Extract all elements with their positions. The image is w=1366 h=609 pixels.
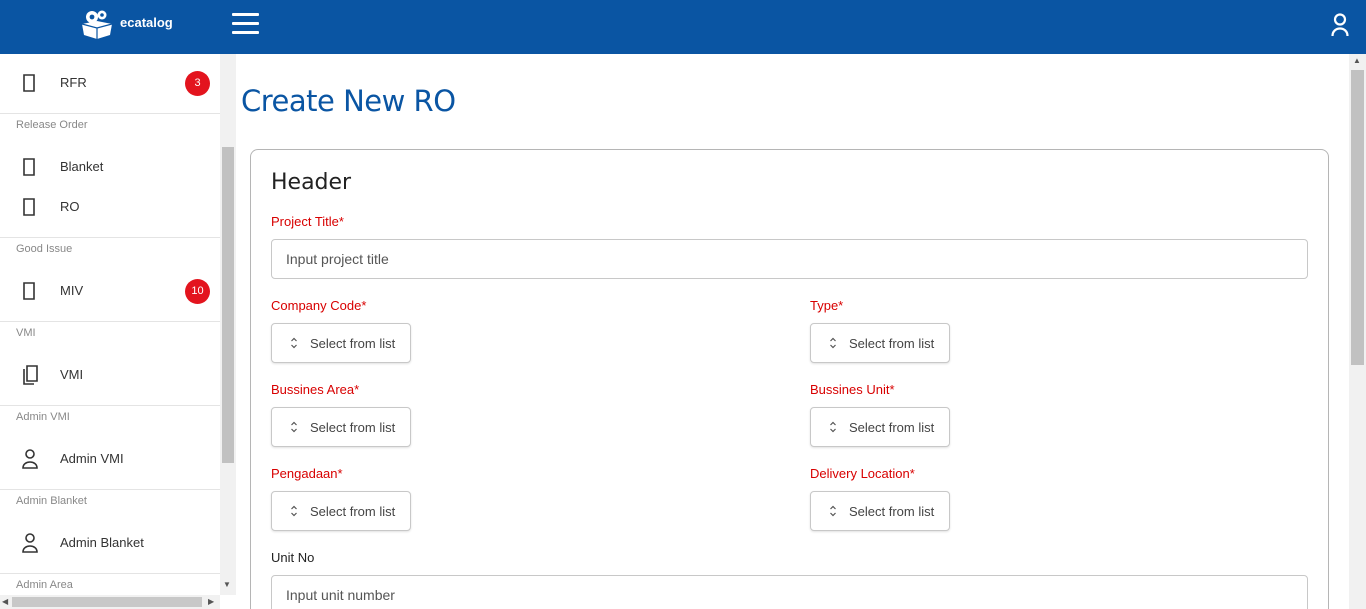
person-icon — [22, 533, 38, 553]
scroll-right-arrow-icon[interactable]: ▶ — [208, 597, 214, 606]
pengadaan-label: Pengadaan* — [271, 466, 343, 481]
sort-arrows-icon — [291, 337, 297, 349]
unit-no-label: Unit No — [271, 550, 315, 565]
select-value: Select from list — [849, 504, 935, 519]
bussines-area-select[interactable]: Select from list — [271, 407, 411, 447]
pengadaan-select[interactable]: Select from list — [271, 491, 411, 531]
sort-arrows-icon — [830, 505, 836, 517]
sidebar-item-miv[interactable]: MIV 10 — [0, 271, 220, 311]
notification-badge: 3 — [185, 71, 210, 96]
document-icon — [23, 282, 35, 300]
ecatalog-logo-icon — [81, 10, 113, 39]
divider — [0, 489, 220, 490]
sidebar: RFR 3 Release Order Blanket RO Good Issu… — [0, 54, 236, 609]
document-icon — [23, 158, 35, 176]
scroll-left-arrow-icon[interactable]: ◀ — [2, 597, 8, 606]
divider — [0, 113, 220, 114]
delivery-location-select[interactable]: Select from list — [810, 491, 950, 531]
section-label-admin-blanket: Admin Blanket — [16, 495, 87, 507]
user-profile-icon[interactable] — [1330, 12, 1350, 38]
sort-arrows-icon — [830, 421, 836, 433]
select-value: Select from list — [310, 420, 396, 435]
project-title-label: Project Title* — [271, 214, 344, 229]
bussines-area-label: Bussines Area* — [271, 382, 360, 397]
page-title: Create New RO — [241, 84, 456, 118]
section-label-admin-area: Admin Area — [16, 579, 73, 591]
select-value: Select from list — [310, 504, 396, 519]
delivery-location-label: Delivery Location* — [810, 466, 915, 481]
select-value: Select from list — [849, 420, 935, 435]
unit-no-input[interactable] — [271, 575, 1308, 609]
document-icon — [23, 74, 35, 92]
sort-arrows-icon — [291, 505, 297, 517]
section-title: Header — [271, 170, 352, 195]
sidebar-item-label: Admin VMI — [60, 451, 124, 466]
bussines-unit-select[interactable]: Select from list — [810, 407, 950, 447]
page-scroll-thumb[interactable] — [1351, 70, 1364, 365]
section-label-release-order: Release Order — [16, 119, 88, 131]
document-icon — [23, 198, 35, 216]
person-icon — [22, 449, 38, 469]
sidebar-item-label: RFR — [60, 75, 87, 90]
sort-arrows-icon — [291, 421, 297, 433]
scroll-up-arrow-icon[interactable]: ▲ — [1353, 56, 1361, 65]
sidebar-item-vmi[interactable]: VMI — [0, 355, 220, 395]
menu-toggle-icon[interactable] — [232, 13, 259, 35]
divider — [0, 573, 220, 574]
company-code-select[interactable]: Select from list — [271, 323, 411, 363]
notification-badge: 10 — [185, 279, 210, 304]
header-form-card — [250, 149, 1329, 609]
type-select[interactable]: Select from list — [810, 323, 950, 363]
sidebar-item-label: VMI — [60, 367, 84, 382]
sidebar-item-label: Admin Blanket — [60, 535, 144, 550]
sidebar-item-ro[interactable]: RO — [0, 187, 220, 227]
select-value: Select from list — [849, 336, 935, 351]
divider — [0, 321, 220, 322]
sidebar-item-blanket[interactable]: Blanket — [0, 147, 220, 187]
divider — [0, 237, 220, 238]
sidebar-menu: RFR 3 Release Order Blanket RO Good Issu… — [0, 54, 220, 595]
sidebar-item-admin-blanket[interactable]: Admin Blanket — [0, 523, 220, 563]
type-label: Type* — [810, 298, 844, 313]
sidebar-item-label: RO — [60, 199, 80, 214]
sort-arrows-icon — [830, 337, 836, 349]
bussines-unit-label: Bussines Unit* — [810, 382, 895, 397]
sidebar-item-admin-vmi[interactable]: Admin VMI — [0, 439, 220, 479]
sidebar-item-label: MIV — [60, 283, 84, 298]
section-label-good-issue: Good Issue — [16, 243, 73, 255]
sidebar-horizontal-scroll-thumb[interactable] — [12, 597, 202, 607]
project-title-input[interactable] — [271, 239, 1308, 279]
scroll-down-arrow-icon[interactable]: ▼ — [223, 580, 231, 589]
section-label-admin-vmi: Admin VMI — [16, 411, 70, 423]
divider — [0, 405, 220, 406]
section-label-vmi: VMI — [16, 327, 36, 339]
sidebar-item-label: Blanket — [60, 159, 104, 174]
sidebar-item-rfr[interactable]: RFR 3 — [0, 63, 220, 103]
documents-icon — [23, 365, 38, 385]
top-bar: ecatalog — [0, 0, 1366, 54]
select-value: Select from list — [310, 336, 396, 351]
sidebar-scroll-thumb[interactable] — [222, 147, 234, 463]
company-code-label: Company Code* — [271, 298, 367, 313]
brand-name: ecatalog — [120, 15, 173, 30]
